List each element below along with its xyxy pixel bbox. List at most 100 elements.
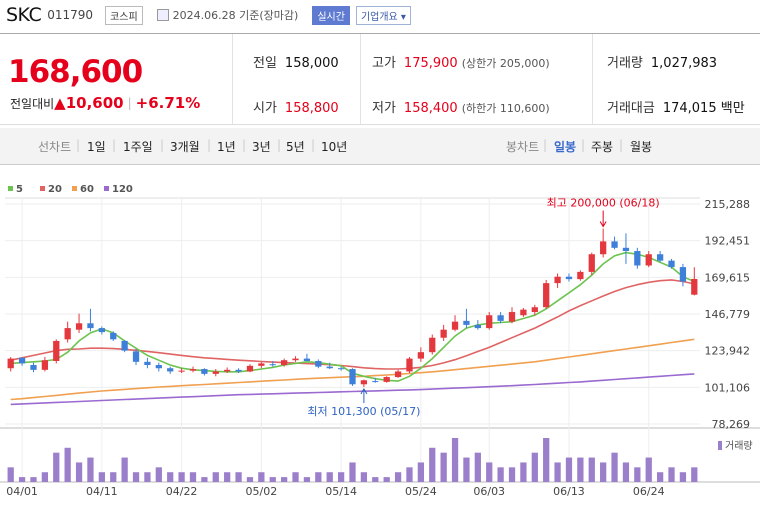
volume-bar — [18, 477, 26, 482]
divider: | — [112, 138, 117, 152]
change-percent: +6.71% — [135, 94, 201, 112]
open-label: 시가 — [253, 101, 277, 116]
calendar-icon[interactable] — [156, 9, 169, 21]
candle-body — [132, 351, 140, 362]
candle-body — [337, 368, 345, 370]
low-price: 저가 158,400 (하한가 110,600) — [372, 97, 550, 116]
volume-bar — [656, 472, 664, 482]
y-tick-label: 101,106 — [705, 381, 751, 394]
candle-body — [189, 369, 197, 371]
candle-body — [543, 283, 550, 308]
x-tick-label: 05/24 — [405, 485, 437, 498]
divider: | — [242, 138, 247, 152]
price-chart: 5 20 60 120 거래량 215,288 192,451 169,615 146,77… — [0, 184, 760, 498]
y-tick-label: 78,269 — [712, 418, 751, 431]
candle-body — [497, 315, 504, 321]
volume-bar — [258, 472, 265, 482]
x-tick-label: 04/01 — [6, 485, 38, 498]
candle-body — [201, 369, 208, 374]
divider: | — [127, 96, 132, 110]
open-price: 시가 158,800 — [253, 97, 339, 116]
legend-swatch — [40, 186, 45, 191]
amount-label: 거래대금 — [607, 101, 655, 116]
candle-body — [531, 307, 538, 313]
ma20-line — [10, 279, 695, 370]
volume-bar — [451, 438, 459, 482]
x-axis-labels: 04/01 04/11 04/22 05/02 05/14 05/24 06/03 06/13… — [6, 485, 664, 498]
period-5y[interactable]: 5년 — [286, 138, 305, 155]
candle-chart-label[interactable]: 봉차트 — [506, 138, 539, 155]
line-chart-label[interactable]: 선차트 — [38, 138, 71, 155]
upper-limit: (상한가 205,000) — [461, 57, 550, 70]
volume-legend-swatch — [718, 441, 722, 450]
candle-body — [565, 276, 573, 280]
volume-bar — [394, 472, 402, 482]
volume-bar — [463, 457, 470, 482]
low-label: 저가 — [372, 101, 396, 116]
volume-bar — [577, 457, 584, 482]
period-monthly[interactable]: 월봉 — [630, 138, 652, 155]
period-daily[interactable]: 일봉 — [554, 138, 576, 155]
annotations: 최고 200,000 (06/18) 최저 101,300 (05/17) — [307, 197, 659, 418]
volume-bar — [189, 472, 197, 482]
company-info-button[interactable]: 기업개요 ▾ — [355, 5, 411, 25]
volume-bar — [668, 467, 675, 482]
volume-bar — [326, 472, 333, 482]
volume-bar — [144, 472, 151, 482]
high-price: 고가 175,900 (상한가 205,000) — [372, 52, 550, 71]
volume-bar — [87, 457, 94, 482]
volume-bar — [121, 457, 128, 482]
candle-body — [577, 271, 584, 280]
period-1y[interactable]: 1년 — [217, 138, 236, 155]
realtime-button[interactable]: 실시간 — [312, 5, 350, 25]
legend-entry: 20 — [48, 184, 62, 195]
period-3m[interactable]: 3개월 — [170, 138, 200, 155]
volume-bar — [235, 472, 242, 482]
volume-bar — [53, 452, 60, 482]
period-3y[interactable]: 3년 — [252, 138, 271, 155]
candle-body — [406, 358, 413, 372]
stock-name: SKC — [6, 4, 42, 26]
volume-legend: 거래량 — [725, 440, 753, 452]
volume-bar — [155, 467, 162, 482]
volume-bar — [429, 447, 436, 482]
volume-bar — [600, 462, 607, 482]
candle-body — [668, 260, 675, 268]
period-10y[interactable]: 10년 — [321, 138, 347, 155]
volume-bar — [246, 477, 254, 482]
period-toolbar: 선차트 | 1일 | 1주일 | 3개월 | 1년 | 3년 | 5년 | 10… — [0, 128, 760, 165]
legend-swatch — [104, 186, 109, 191]
candle-body — [463, 320, 470, 325]
change-amount: ▲10,600 — [54, 94, 124, 112]
candles — [7, 228, 698, 388]
divider: | — [76, 138, 81, 152]
candle-body — [634, 251, 641, 266]
volume-bar — [406, 467, 413, 482]
market-badge: 코스피 — [105, 5, 143, 25]
current-price: 168,600 — [8, 54, 143, 90]
candle-body — [281, 360, 288, 366]
divider: | — [311, 138, 316, 152]
candle-body — [611, 241, 618, 248]
prev-close-value: 158,000 — [284, 56, 339, 71]
candle-body — [417, 352, 424, 359]
y-tick-label: 169,615 — [705, 271, 751, 284]
divider — [232, 34, 233, 124]
amount-value: 174,015 백만 — [662, 101, 745, 116]
stock-header: SKC 011790 코스피 2024.06.28 기준(장마감) 실시간 기업… — [0, 0, 760, 30]
candle-body — [349, 369, 356, 385]
period-weekly[interactable]: 주봉 — [591, 138, 613, 155]
max-label: 최고 200,000 (06/18) — [547, 197, 660, 210]
period-1d[interactable]: 1일 — [87, 138, 106, 155]
x-tick-label: 04/11 — [86, 485, 118, 498]
period-1w[interactable]: 1주일 — [123, 138, 153, 155]
volume-bar — [520, 462, 527, 482]
candle-body — [292, 358, 299, 361]
volume-bar — [337, 472, 345, 482]
candle-body — [394, 371, 402, 378]
y-tick-label: 192,451 — [705, 235, 751, 248]
candle-body — [372, 381, 379, 383]
candle-body — [622, 247, 630, 252]
change-row: 전일대비 ▲10,600 | +6.71% — [10, 94, 200, 112]
legend-swatch — [8, 186, 13, 191]
